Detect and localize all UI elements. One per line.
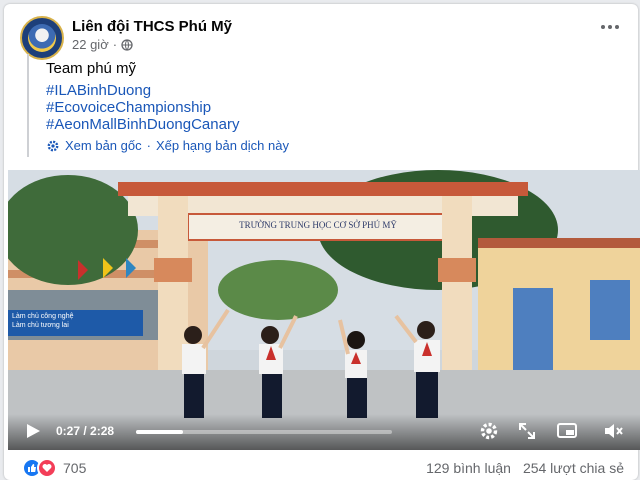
video-time: 0:27 / 2:28 [56, 424, 114, 438]
mute-icon[interactable] [602, 420, 624, 442]
settings-icon[interactable] [478, 420, 500, 442]
shares-count[interactable]: 254 lượt chia sẻ [523, 460, 624, 476]
hashtag-list: #ILABinhDuong #EcovoiceChampionship #Aeo… [46, 82, 239, 133]
banner-line: Làm chủ tương lai [12, 322, 69, 329]
progress-bar[interactable] [136, 430, 392, 434]
school-banner: Làm chủ công nghệ Làm chủ tương lai [12, 312, 137, 330]
time-separator: / [80, 424, 91, 438]
video-player[interactable]: TRƯỜNG TRUNG HỌC CƠ SỞ PHÚ MỸ Làm chủ cô… [8, 170, 640, 450]
play-icon[interactable] [24, 422, 42, 440]
meta-separator: · [112, 37, 118, 52]
current-time: 0:27 [56, 424, 81, 438]
love-icon [37, 458, 57, 478]
post-text: Team phú mỹ [46, 60, 137, 77]
gate-sign: TRƯỜNG TRUNG HỌC CƠ SỞ PHÚ MỸ [239, 220, 397, 230]
more-icon[interactable] [598, 20, 622, 34]
globe-icon [121, 38, 133, 51]
reaction-count: 705 [63, 460, 87, 476]
post-card: Liên đội THCS Phú Mỹ 22 giờ · Team phú m… [4, 4, 640, 480]
quote-bar [27, 54, 29, 157]
see-original-link[interactable]: Xem bản gốc [65, 138, 142, 153]
banner-line: Làm chủ công nghệ [12, 313, 74, 320]
translation-bar: Xem bản gốc · Xếp hạng bản dịch này [46, 138, 289, 153]
page-name[interactable]: Liên đội THCS Phú Mỹ [72, 18, 232, 35]
engagement-stats: 129 bình luận 254 lượt chia sẻ [426, 460, 624, 476]
gear-icon [47, 140, 59, 151]
fullscreen-icon[interactable] [516, 420, 538, 442]
duration: 2:28 [90, 424, 115, 438]
post-timestamp[interactable]: 22 giờ [72, 37, 109, 52]
video-controls: 0:27 / 2:28 [8, 414, 640, 450]
rate-translation-link[interactable]: Xếp hạng bản dịch này [156, 138, 289, 153]
pip-icon[interactable] [556, 420, 578, 442]
progress-fill [136, 430, 183, 434]
hashtag-link[interactable]: #ILABinhDuong [46, 82, 239, 99]
hashtag-link[interactable]: #AeonMallBinhDuongCanary [46, 116, 239, 133]
hashtag-link[interactable]: #EcovoiceChampionship [46, 99, 239, 116]
translation-dot: · [146, 138, 151, 153]
comments-count[interactable]: 129 bình luận [426, 460, 511, 476]
video-frame [8, 170, 640, 450]
post-meta: 22 giờ · [72, 37, 133, 52]
reaction-summary[interactable]: 705 [22, 458, 86, 478]
